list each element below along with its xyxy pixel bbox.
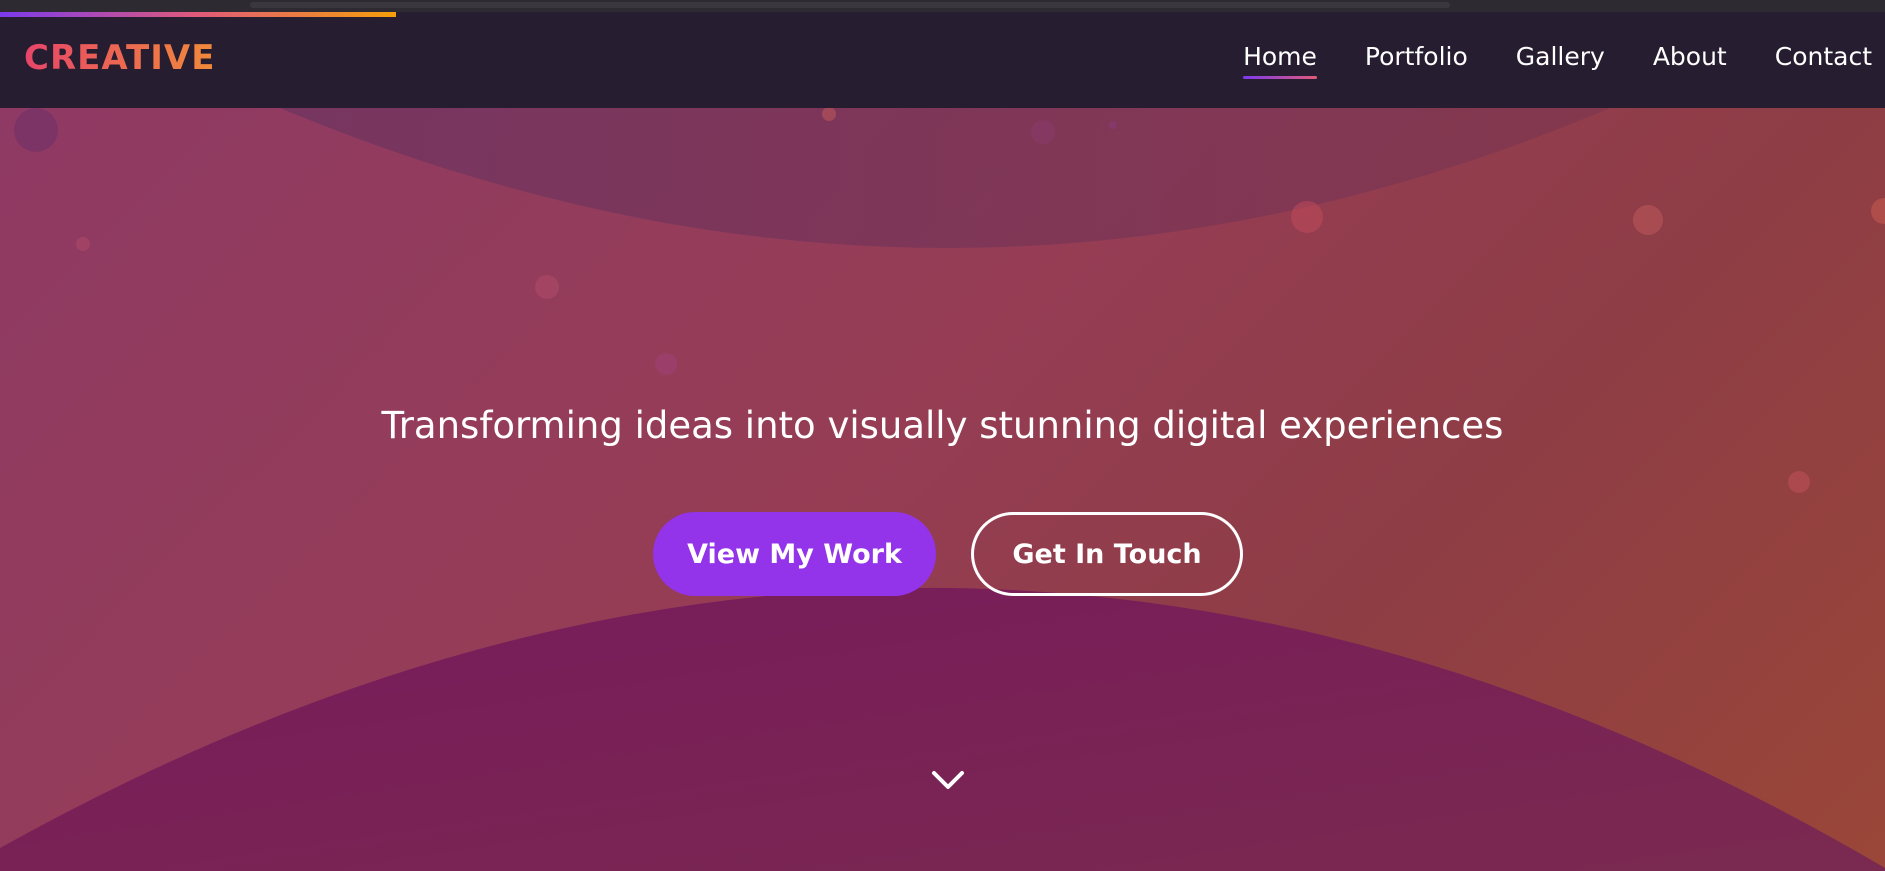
nav-link-home[interactable]: Home [1243,42,1317,79]
logo[interactable]: CREATIVE [24,38,215,78]
page: CREATIVE Home Portfolio Gallery About Co… [0,0,1885,871]
nav-link-about[interactable]: About [1653,42,1727,79]
nav-link-portfolio[interactable]: Portfolio [1365,42,1468,79]
bottom-wave-shape [0,587,1885,871]
get-in-touch-button[interactable]: Get In Touch [971,512,1243,596]
browser-scrollbar-strip [0,0,1885,12]
hero-tagline: Transforming ideas into visually stunnin… [381,404,1504,447]
nav-link-gallery[interactable]: Gallery [1516,42,1605,79]
hero-background [0,108,1885,871]
navbar: CREATIVE Home Portfolio Gallery About Co… [0,12,1885,108]
hero-section: Transforming ideas into visually stunnin… [0,108,1885,871]
chevron-down-icon[interactable] [928,766,968,794]
nav-link-contact[interactable]: Contact [1775,42,1872,79]
horizontal-scrollbar[interactable] [250,2,1450,8]
top-wave-shape [280,108,1610,248]
view-my-work-button[interactable]: View My Work [653,512,936,596]
nav-links: Home Portfolio Gallery About Contact [1243,42,1872,79]
scroll-progress-bar [0,12,396,17]
